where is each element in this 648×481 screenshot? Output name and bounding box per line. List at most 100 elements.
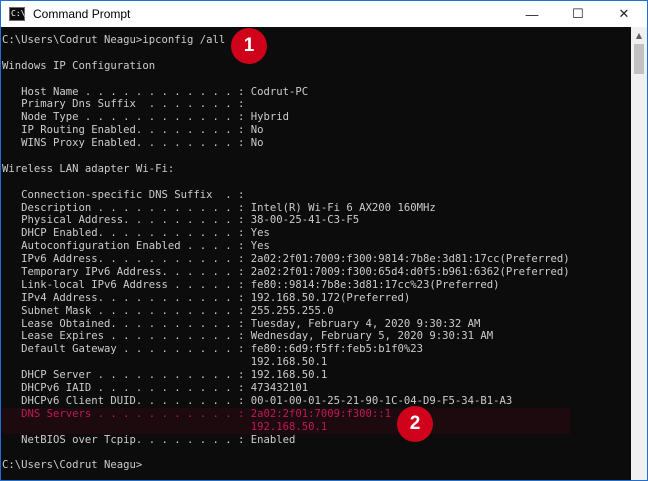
console-line-label: Lease Expires . . . . . . . . . . :: [2, 330, 251, 343]
minimize-button[interactable]: —: [509, 1, 555, 27]
console-line-value: Wednesday, February 5, 2020 9:30:31 AM: [250, 330, 494, 343]
console-line-value: Codrut-PC: [250, 85, 309, 98]
console-line-value: 38-00-25-41-C3-F5: [250, 214, 360, 227]
console-line-value: 192.168.50.1: [250, 356, 328, 369]
console-line: IPv6 Address. . . . . . . . . . . : 2a02…: [2, 253, 570, 266]
annotation-badge-1: 1: [231, 28, 267, 64]
console-line: Link-local IPv6 Address . . . . . : fe80…: [2, 279, 570, 292]
title-bar[interactable]: C:\ Command Prompt — ☐ ✕: [1, 1, 647, 27]
console-line-label: DHCP Enabled. . . . . . . . . . . :: [2, 227, 251, 240]
console-line-label: Physical Address. . . . . . . . . :: [2, 214, 251, 227]
maximize-button[interactable]: ☐: [555, 1, 601, 27]
console-line-value: 473432101: [250, 382, 309, 395]
console-line-label: DHCP Server . . . . . . . . . . . :: [2, 369, 251, 382]
console-line: Temporary IPv6 Address. . . . . . : 2a02…: [2, 266, 570, 279]
scroll-up-arrow-icon[interactable]: ▲: [631, 27, 647, 43]
console-line-label: [2, 421, 251, 433]
console-line-value: fe80::9814:7b8e:3d81:17cc%23(Preferred): [250, 278, 500, 291]
console-line-label: IPv6 Address. . . . . . . . . . . :: [2, 253, 251, 266]
console-line-value: No: [250, 137, 264, 150]
console-line: NetBIOS over Tcpip. . . . . . . . : Enab…: [2, 434, 570, 447]
console-line-label: C:\Users\Codrut Neagu>: [2, 459, 143, 472]
console-line-label: Temporary IPv6 Address. . . . . . :: [2, 266, 251, 279]
console-line: C:\Users\Codrut Neagu>: [2, 459, 570, 472]
console-line: 192.168.50.1: [2, 356, 570, 369]
console-line-label: Windows IP Configuration: [2, 59, 156, 72]
console-line: Connection-specific DNS Suffix . :: [2, 189, 570, 202]
console-line-value: Intel(R) Wi-Fi 6 AX200 160MHz: [250, 201, 436, 214]
vertical-scrollbar[interactable]: ▲: [631, 27, 647, 480]
console-line-label: NetBIOS over Tcpip. . . . . . . . :: [2, 433, 251, 446]
console-line-value: 00-01-00-01-25-21-90-1C-04-D9-F5-34-B1-A…: [250, 394, 513, 407]
close-button[interactable]: ✕: [601, 1, 647, 27]
console-line: IP Routing Enabled. . . . . . . . : No: [2, 124, 570, 137]
console-line-value: Yes: [250, 227, 270, 240]
console-line-label: DHCPv6 Client DUID. . . . . . . . :: [2, 394, 251, 407]
console-line: Node Type . . . . . . . . . . . . : Hybr…: [2, 111, 570, 124]
console-line-value: 192.168.50.1: [250, 420, 328, 433]
console-line-value: No: [250, 124, 264, 137]
console-output[interactable]: C:\Users\Codrut Neagu>ipconfig /all Windo…: [1, 27, 631, 480]
console-line: Lease Obtained. . . . . . . . . . : Tues…: [2, 318, 570, 331]
console-line: Host Name . . . . . . . . . . . . : Codr…: [2, 86, 570, 99]
console-line-label: DNS Servers . . . . . . . . . . . :: [2, 407, 251, 420]
console-line: Lease Expires . . . . . . . . . . : Wedn…: [2, 330, 570, 343]
console-line-value: Hybrid: [250, 111, 290, 124]
annotation-badge-2: 2: [397, 406, 433, 442]
console-line-label: Link-local IPv6 Address . . . . . :: [2, 278, 251, 291]
console-line-value: fe80::6d9:f5ff:feb5:b1f0%23: [250, 343, 423, 356]
console-line: Wireless LAN adapter Wi-Fi:: [2, 163, 570, 176]
console-line-label: Lease Obtained. . . . . . . . . . :: [2, 317, 251, 330]
console-line-value: 255.255.255.0: [250, 304, 334, 317]
console-line-value: 192.168.50.172(Preferred): [250, 291, 411, 304]
console-line-label: WINS Proxy Enabled. . . . . . . . :: [2, 137, 251, 150]
console-line: Autoconfiguration Enabled . . . . : Yes: [2, 240, 570, 253]
console-line: Default Gateway . . . . . . . . . : fe80…: [2, 343, 570, 356]
console-line: DHCP Server . . . . . . . . . . . : 192.…: [2, 369, 570, 382]
console-line: C:\Users\Codrut Neagu>ipconfig /all: [2, 34, 570, 47]
console-line: Physical Address. . . . . . . . . : 38-0…: [2, 214, 570, 227]
console-line: Description . . . . . . . . . . . : Inte…: [2, 202, 570, 215]
dns-servers-line: DNS Servers . . . . . . . . . . . : 2a02…: [2, 407, 570, 421]
console-line-label: Default Gateway . . . . . . . . . :: [2, 343, 251, 356]
console-line: DHCPv6 IAID . . . . . . . . . . . : 4734…: [2, 382, 570, 395]
console-line-value: 2a02:2f01:7009:f300:9814:7b8e:3d81:17cc(…: [250, 253, 570, 266]
console-line: IPv4 Address. . . . . . . . . . . : 192.…: [2, 292, 570, 305]
console-line-label: Primary Dns Suffix . . . . . . . :: [2, 98, 251, 111]
dns-servers-line: 192.168.50.1: [2, 420, 570, 434]
console-line-label: Node Type . . . . . . . . . . . . :: [2, 111, 251, 124]
command-prompt-window: C:\ Command Prompt — ☐ ✕ C:\Users\Codrut…: [0, 0, 648, 481]
console-line-value: Enabled: [250, 433, 296, 446]
console-line: DHCPv6 Client DUID. . . . . . . . : 00-0…: [2, 395, 570, 408]
scroll-thumb[interactable]: [634, 44, 644, 74]
console-line-label: DHCPv6 IAID . . . . . . . . . . . :: [2, 382, 251, 395]
console-line-label: Host Name . . . . . . . . . . . . :: [2, 85, 251, 98]
console-line-label: Autoconfiguration Enabled . . . . :: [2, 240, 251, 253]
console-line: Primary Dns Suffix . . . . . . . :: [2, 98, 570, 111]
console-line-value: 2a02:2f01:7009:f300:65d4:d0f5:b961:6362(…: [250, 266, 570, 279]
console-line: WINS Proxy Enabled. . . . . . . . : No: [2, 137, 570, 150]
console-line-label: Subnet Mask . . . . . . . . . . . :: [2, 304, 251, 317]
console-line-label: Connection-specific DNS Suffix . :: [2, 188, 251, 201]
console-line-value: Tuesday, February 4, 2020 9:30:32 AM: [250, 317, 481, 330]
console-line-label: C:\Users\Codrut Neagu>ipconfig /all: [2, 34, 226, 46]
console-lines: C:\Users\Codrut Neagu>ipconfig /all Windo…: [2, 34, 570, 472]
console-line-value: 2a02:2f01:7009:f300::1: [250, 407, 392, 420]
console-line-label: Description . . . . . . . . . . . :: [2, 201, 251, 214]
window-title: Command Prompt: [33, 7, 131, 21]
console-line-label: IPv4 Address. . . . . . . . . . . :: [2, 291, 251, 304]
console-line: Subnet Mask . . . . . . . . . . . : 255.…: [2, 305, 570, 318]
console-line-label: Wireless LAN adapter Wi-Fi:: [2, 162, 175, 175]
console-line-label: [2, 356, 251, 368]
console-line: DHCP Enabled. . . . . . . . . . . : Yes: [2, 227, 570, 240]
console-line-value: Yes: [250, 240, 270, 253]
console-line-value: 192.168.50.1: [250, 369, 328, 382]
command-prompt-icon: C:\: [9, 7, 25, 21]
console-line: Windows IP Configuration: [2, 60, 570, 73]
console-line-label: IP Routing Enabled. . . . . . . . :: [2, 124, 251, 137]
